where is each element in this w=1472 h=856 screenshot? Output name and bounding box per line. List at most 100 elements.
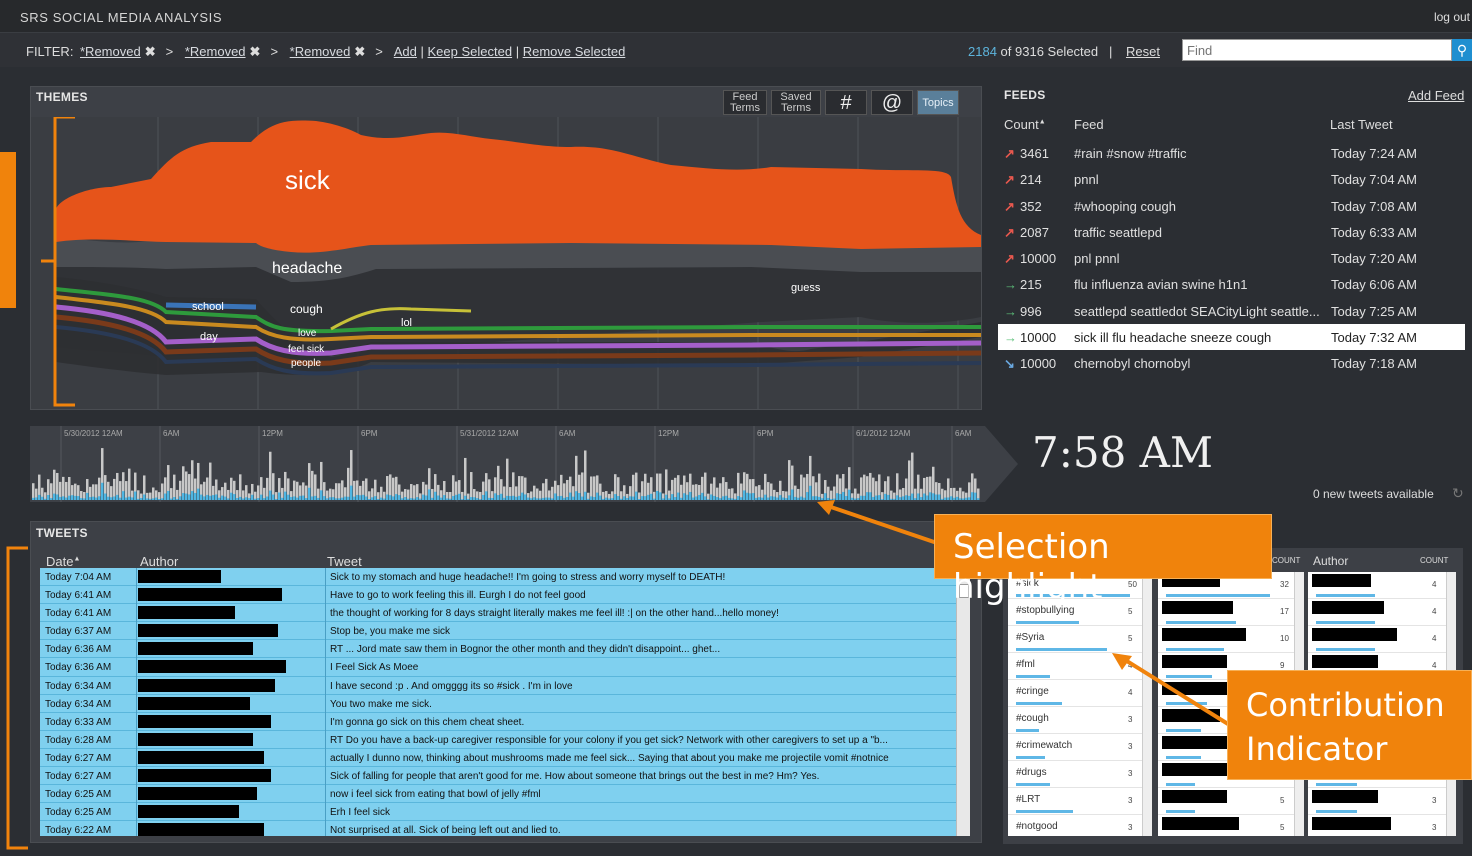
- feed-row[interactable]: → 996 seattlepd seattledot SEACityLight se…: [998, 298, 1465, 324]
- hashtag-row[interactable]: #LRT 3: [1008, 788, 1152, 815]
- feed-row[interactable]: ↗ 10000 pnl pnnl Today 7:20 AM: [998, 245, 1465, 271]
- theme-label-cough[interactable]: cough: [290, 302, 323, 316]
- mention-row[interactable]: 17: [1158, 599, 1304, 626]
- theme-label-love[interactable]: love: [298, 328, 317, 339]
- tweet-row[interactable]: Today 6:41 AM the thought of working for …: [40, 604, 956, 623]
- timeline-selected-bar: [86, 492, 89, 500]
- tweet-row[interactable]: Today 6:41 AM Have to go to work feeling …: [40, 586, 956, 605]
- mention-row[interactable]: 5: [1158, 815, 1304, 836]
- add-filter-link[interactable]: Add: [394, 44, 417, 59]
- selection-highlight-callout: Selection highlight: [934, 514, 1272, 607]
- feed-row[interactable]: ↗ 214 pnnl Today 7:04 AM: [998, 166, 1465, 192]
- redacted-author: [138, 750, 264, 764]
- timeline-selected-bar: [962, 498, 965, 500]
- theme-label-sick[interactable]: sick: [285, 165, 331, 195]
- theme-label-guess[interactable]: guess: [791, 282, 821, 294]
- redacted-name: [1162, 736, 1233, 749]
- author-row[interactable]: 4: [1308, 626, 1456, 653]
- feed-row[interactable]: ↗ 352 #whooping cough Today 7:08 AM: [998, 193, 1465, 219]
- tweet-row[interactable]: Today 6:36 AM I Feel Sick As Moee: [40, 658, 956, 677]
- mention-row[interactable]: 10: [1158, 626, 1304, 653]
- tweets-date-header[interactable]: Date▲: [46, 554, 80, 569]
- timeline-selected-bar: [284, 491, 287, 500]
- themes-streamgraph[interactable]: sick headache school cough day love feel…: [31, 117, 981, 409]
- saved-terms-button[interactable]: Saved Terms: [771, 90, 821, 115]
- theme-label-day[interactable]: day: [200, 331, 218, 343]
- feeds-count-header[interactable]: Count: [1004, 117, 1039, 132]
- remove-chip-icon[interactable]: ✖: [250, 44, 261, 59]
- hashtag-row[interactable]: #drugs 3: [1008, 761, 1152, 788]
- theme-label-feel-sick[interactable]: feel sick: [288, 344, 325, 355]
- feed-count: 2087: [1020, 224, 1049, 240]
- feed-row[interactable]: ↗ 3461 #rain #snow #traffic Today 7:24 AM: [998, 140, 1465, 166]
- timeline-histogram[interactable]: 5/30/2012 12AM 6AM 12PM 6PM 5/31/2012 12AM 6A…: [30, 426, 1020, 502]
- hashtag-row[interactable]: #Syria 5: [1008, 626, 1152, 653]
- tweet-row[interactable]: Today 6:28 AM RT Do you have a back-up ca…: [40, 731, 956, 749]
- author-row[interactable]: 4: [1308, 572, 1456, 599]
- timeline-selected-bar: [512, 495, 515, 500]
- remove-chip-icon[interactable]: ✖: [354, 44, 365, 59]
- tweet-row[interactable]: Today 6:34 AM I have second :p . And omgg…: [40, 677, 956, 695]
- author-row[interactable]: 3: [1308, 788, 1456, 815]
- timeline-selected-bar: [545, 497, 548, 500]
- remove-chip-icon[interactable]: ✖: [145, 44, 156, 59]
- tweets-author-header[interactable]: Author: [140, 554, 178, 569]
- feed-name: flu influenza avian swine h1n1: [1074, 277, 1248, 293]
- tweet-date: Today 7:04 AM: [45, 572, 112, 583]
- author-row[interactable]: 4: [1308, 599, 1456, 626]
- feed-row[interactable]: → 215 flu influenza avian swine h1n1 Today …: [998, 271, 1465, 297]
- tweet-row[interactable]: Today 6:33 AM I'm gonna go sick on this c…: [40, 713, 956, 731]
- filter-chip[interactable]: *Removed: [185, 44, 246, 59]
- timeline-selected-bar: [149, 498, 152, 500]
- tweet-row[interactable]: Today 6:25 AM now i feel sick from eating…: [40, 785, 956, 804]
- keep-selected-link[interactable]: Keep Selected: [428, 44, 513, 59]
- theme-label-people[interactable]: people: [291, 358, 321, 369]
- tweets-scrollbar[interactable]: [956, 568, 970, 836]
- contribution-bar: [1016, 810, 1073, 813]
- tweet-row[interactable]: Today 7:04 AM Sick to my stomach and huge…: [40, 568, 956, 587]
- hashtag-row[interactable]: #notgood 3: [1008, 815, 1152, 836]
- timeline-selected-bar: [587, 498, 590, 500]
- author-row[interactable]: 3: [1308, 815, 1456, 836]
- feed-row[interactable]: ↗ 2087 traffic seattlepd Today 6:33 AM: [998, 219, 1465, 245]
- timeline-selected-bar: [740, 497, 743, 500]
- theme-label-headache[interactable]: headache: [272, 260, 342, 277]
- feeds-last-header[interactable]: Last Tweet: [1330, 117, 1450, 132]
- topics-button[interactable]: Topics: [917, 90, 959, 115]
- tweet-row[interactable]: Today 6:27 AM Sick of falling for people …: [40, 767, 956, 786]
- timeline-bar: [257, 485, 260, 500]
- hashtag-button[interactable]: #: [825, 90, 867, 115]
- tweet-row[interactable]: Today 6:25 AM Erh I feel sick: [40, 803, 956, 822]
- tweet-row[interactable]: Today 6:36 AM RT ... Jord mate saw them i…: [40, 640, 956, 659]
- logout-link[interactable]: log out: [1434, 10, 1470, 24]
- filter-chip[interactable]: *Removed: [290, 44, 351, 59]
- tweet-row[interactable]: Today 6:37 AM Stop be, you make me sick: [40, 622, 956, 641]
- feed-count: 215: [1020, 277, 1042, 293]
- search-input[interactable]: [1182, 39, 1452, 61]
- timeline-selected-bar: [482, 494, 485, 500]
- feeds-feed-header[interactable]: Feed: [1074, 117, 1274, 132]
- timeline-bar: [239, 474, 242, 500]
- tweet-row[interactable]: Today 6:27 AM actually I dunno now, think…: [40, 749, 956, 768]
- feed-row[interactable]: ↘ 10000 chernobyl chornobyl Today 7:18 AM: [998, 350, 1465, 376]
- author-count-header[interactable]: COUNT: [1420, 556, 1448, 565]
- theme-label-school[interactable]: school: [192, 301, 224, 313]
- mention-row[interactable]: 5: [1158, 788, 1304, 815]
- feed-row[interactable]: → 10000 sick ill flu headache sneeze cough…: [998, 324, 1465, 351]
- mention-button[interactable]: @: [871, 90, 913, 115]
- feed-terms-button[interactable]: Feed Terms: [723, 90, 767, 115]
- mention-count-header[interactable]: COUNT: [1272, 556, 1300, 565]
- add-feed-link[interactable]: Add Feed: [1408, 88, 1464, 103]
- remove-selected-link[interactable]: Remove Selected: [523, 44, 626, 59]
- tweets-list[interactable]: Today 7:04 AM Sick to my stomach and huge…: [40, 568, 956, 836]
- author-column-header[interactable]: Author: [1313, 554, 1348, 568]
- hashtag-row[interactable]: #crimewatch 3: [1008, 734, 1152, 761]
- reset-link[interactable]: Reset: [1126, 44, 1160, 59]
- theme-label-lol[interactable]: lol: [401, 317, 412, 329]
- tweets-text-header[interactable]: Tweet: [327, 554, 362, 569]
- search-icon[interactable]: ⚲: [1452, 39, 1472, 61]
- filter-chip[interactable]: *Removed: [80, 44, 141, 59]
- tweet-row[interactable]: Today 6:22 AM Not surprised at all. Sick …: [40, 821, 956, 836]
- tweet-row[interactable]: Today 6:34 AM You two make me sick.: [40, 695, 956, 713]
- refresh-icon[interactable]: ↻: [1452, 485, 1464, 502]
